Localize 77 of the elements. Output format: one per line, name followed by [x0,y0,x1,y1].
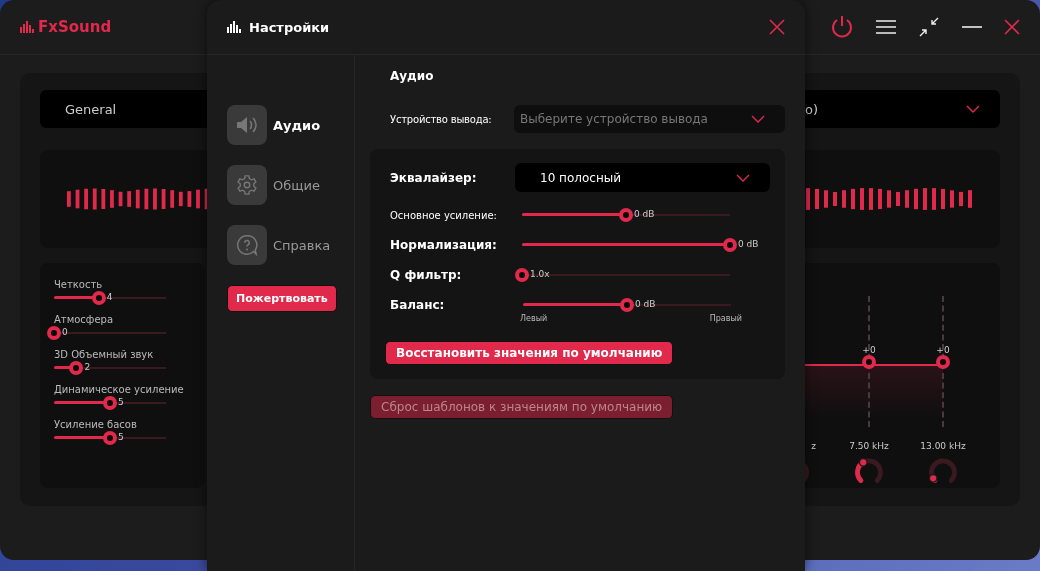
slider-thumb[interactable] [69,361,84,375]
chevron-down-icon [966,105,980,113]
field-label: Нормализация: [390,238,498,252]
slider[interactable]: 5 [47,431,173,445]
close-icon[interactable] [1004,19,1020,35]
app-logo: FxSound [38,18,112,36]
left-label: Левый [520,314,548,323]
slider[interactable]: 0 dB [516,298,768,312]
slider[interactable]: 0 dB [515,208,767,222]
frequency-label: z [811,441,817,452]
dropdown-value: o) [805,101,819,117]
power-icon[interactable] [830,15,854,39]
field-label: Основное усиление: [390,209,498,221]
slider-thumb[interactable] [619,208,633,222]
nav-item[interactable]: Аудио [227,105,354,145]
slider-value: 0 [62,327,68,337]
collapse-arrows-icon[interactable] [918,16,940,38]
frequency-label: 13.00 kHz [920,441,966,452]
nav-label: Справка [273,237,331,253]
close-icon[interactable] [769,19,785,35]
slider-thumb[interactable] [620,298,634,312]
slider[interactable]: 2 [47,361,173,375]
gain-value: +0 [862,344,876,355]
slider-value: 0 dB [635,299,656,309]
effect-label: Усиление басов [54,419,138,430]
dialog-title: Настройки [249,19,330,35]
output-device-dropdown[interactable]: Выберите устройство вывода [514,105,785,133]
field-label: Баланс: [390,298,446,312]
donate-button[interactable]: Пожертвовать [227,285,337,312]
settings-icon [236,174,258,196]
right-label: Правый [709,314,742,323]
slider-thumb[interactable] [91,291,106,305]
field-label: Эквалайзер: [390,170,478,185]
slider-value: 0 dB [634,209,655,219]
slider-thumb[interactable] [103,431,117,445]
nav-item[interactable]: Общие [227,165,354,205]
effect-label: Атмосфера [54,314,114,325]
slider-thumb[interactable] [103,396,117,410]
slider-value: 0 dB [738,239,759,249]
slider[interactable]: 0 dB [515,238,767,252]
field-label: Q фильтр: [390,268,463,282]
restore-defaults-button[interactable]: Восстановить значения по умолчанию [385,341,674,365]
effect-label: Динамическое усиление [54,384,185,395]
slider-thumb[interactable] [47,326,61,340]
eq-band-slider[interactable]: +0 [862,296,876,428]
nav-label: Аудио [273,117,321,133]
slider[interactable]: 4 [47,291,173,305]
slider-value: 1.0x [530,269,550,279]
slider-value: 2 [84,362,91,372]
nav-label: Общие [273,177,320,193]
effect-label: Четкость [54,279,104,290]
effect-label: 3D Объемный звук [54,349,155,360]
chevron-down-icon [751,115,765,123]
equalizer-dropdown[interactable]: 10 полосный [515,163,770,192]
help-icon [236,234,258,256]
slider-value: 5 [118,432,124,442]
menu-icon[interactable] [876,20,896,34]
minimize-icon[interactable] [962,25,982,29]
nav-item[interactable]: Справка [227,225,354,265]
section-heading: Аудио [390,69,435,83]
slider[interactable]: 5 [47,396,173,410]
slider-thumb[interactable] [515,268,529,282]
eq-band-thumb[interactable] [936,354,950,369]
gain-value: +0 [936,344,950,355]
field-label: Устройство вывода: [390,113,493,125]
chevron-down-icon [736,173,750,182]
slider[interactable]: 0 [47,326,173,340]
logo-bars-icon [20,21,34,33]
slider-thumb[interactable] [723,238,737,252]
eq-band-slider[interactable]: +0 [936,296,950,428]
bars-icon [227,21,241,33]
speaker-icon [236,115,258,135]
slider-value: 5 [118,397,124,407]
eq-band-thumb[interactable] [862,354,876,369]
slider-value: 4 [106,292,113,302]
frequency-label: 7.50 kHz [849,441,889,452]
slider[interactable]: 1.0x [515,268,767,282]
